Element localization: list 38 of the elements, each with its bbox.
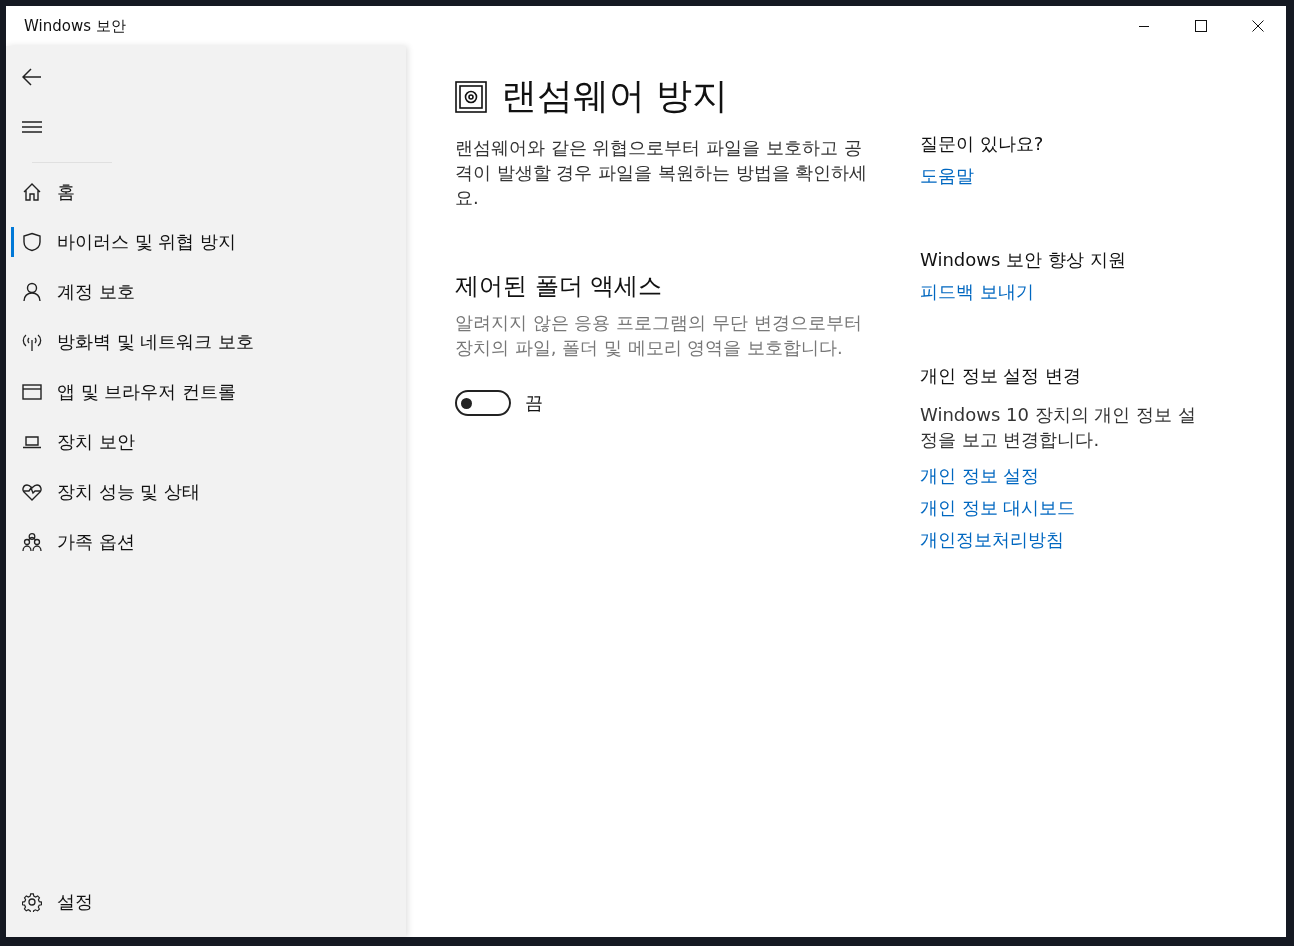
link[interactable]: 도움말 — [920, 164, 974, 188]
sidebar-item[interactable]: 가족 옵션 — [6, 517, 406, 567]
link[interactable]: 개인 정보 설정 — [920, 464, 1040, 488]
aside-text: Windows 10 장치의 개인 정보 설정을 보고 변경합니다. — [920, 403, 1197, 452]
person-icon — [22, 282, 42, 302]
aside-heading: Windows 보안 향상 지원 — [920, 248, 1126, 272]
section-description: 알려지지 않은 응용 프로그램의 무단 변경으로부터 장치의 파일, 폴더 및 메모리 영역을 보호합니다. — [455, 311, 863, 360]
sidebar-item[interactable]: 계정 보호 — [6, 267, 406, 317]
sidebar-item[interactable]: 방화벽 및 네트워크 보호 — [6, 317, 406, 367]
link[interactable]: 개인 정보 대시보드 — [920, 496, 1076, 520]
section-heading: 제어된 폴더 액세스 — [455, 271, 664, 302]
shield-icon — [22, 232, 42, 252]
sidebar-item[interactable]: 바이러스 및 위협 방지 — [6, 217, 406, 267]
maximize-icon — [1194, 20, 1207, 32]
home-icon — [22, 182, 42, 202]
window-title: Windows 보안 — [23, 16, 126, 36]
close-icon — [1251, 20, 1264, 32]
aside-heading: 질문이 있나요? — [920, 132, 1044, 156]
toggle-switch[interactable] — [455, 390, 511, 416]
settings-item[interactable]: 설정 — [6, 877, 406, 927]
page-title: 랜섬웨어 방지 — [501, 74, 729, 118]
page-description: 랜섬웨어와 같은 위협으로부터 파일을 보호하고 공격이 발생할 경우 파일을 복원하는 방법을 확인하세요. — [455, 136, 869, 210]
safe-icon — [455, 80, 487, 113]
family-icon — [22, 532, 42, 552]
back-arrow-icon[interactable] — [22, 68, 42, 86]
aside-heading: 개인 정보 설정 변경 — [920, 364, 1082, 388]
browser-window-icon — [22, 382, 42, 402]
link[interactable]: 피드백 보내기 — [920, 280, 1034, 304]
antenna-icon — [22, 332, 42, 352]
heart-pulse-icon — [22, 482, 42, 502]
menu-icon[interactable] — [22, 121, 42, 133]
sidebar-item[interactable]: 장치 보안 — [6, 417, 406, 467]
sidebar-item[interactable]: 장치 성능 및 상태 — [6, 467, 406, 517]
link[interactable]: 개인정보처리방침 — [920, 528, 1064, 552]
toggle-label: 끔 — [525, 391, 543, 415]
sidebar-item[interactable]: 홈 — [6, 167, 406, 217]
sidebar-item[interactable]: 앱 및 브라우저 컨트롤 — [6, 367, 406, 417]
settings-icon — [22, 892, 42, 912]
